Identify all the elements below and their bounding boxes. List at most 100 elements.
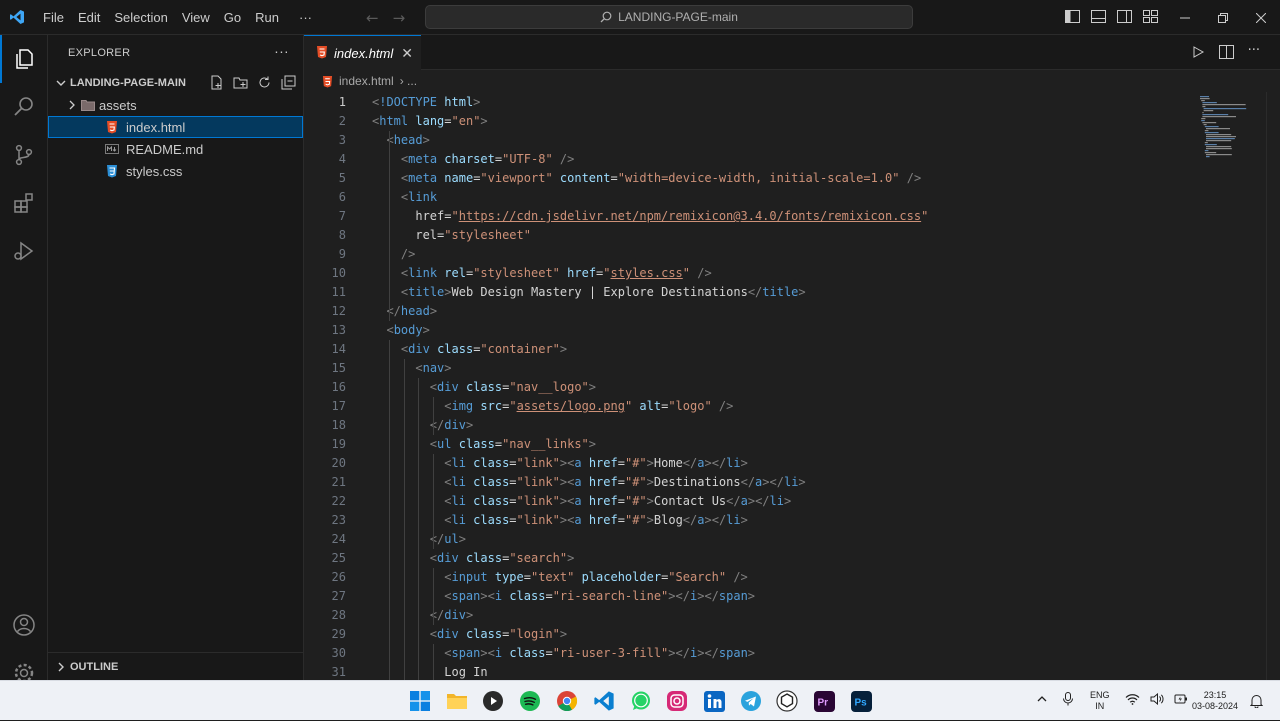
- code-line[interactable]: 15 <nav>: [304, 359, 1194, 378]
- tab-index-html[interactable]: index.html ✕: [304, 35, 421, 70]
- notification-bell-icon[interactable]: [1250, 681, 1263, 721]
- instagram-icon[interactable]: [665, 689, 689, 713]
- code-line[interactable]: 9 />: [304, 245, 1194, 264]
- menu-edit[interactable]: Edit: [71, 0, 107, 35]
- toggle-primary-sidebar-icon[interactable]: [1064, 8, 1081, 25]
- photoshop-icon[interactable]: Ps: [849, 689, 873, 713]
- extensions-icon[interactable]: [0, 179, 48, 227]
- code-line[interactable]: 16 <div class="nav__logo">: [304, 378, 1194, 397]
- menu-selection[interactable]: Selection: [107, 0, 174, 35]
- new-folder-icon[interactable]: [232, 74, 249, 91]
- back-arrow-icon[interactable]: ←: [366, 9, 379, 27]
- volume-icon[interactable]: [1150, 692, 1164, 710]
- code-line[interactable]: 1 <!DOCTYPE html>: [304, 93, 1194, 112]
- split-editor-icon[interactable]: [1218, 44, 1234, 63]
- code-line[interactable]: 26 <input type="text" placeholder="Searc…: [304, 568, 1194, 587]
- refresh-icon[interactable]: [256, 74, 273, 91]
- language-indicator[interactable]: ENG IN: [1090, 681, 1110, 721]
- chatgpt-icon[interactable]: [775, 689, 799, 713]
- media-player-icon[interactable]: [481, 689, 505, 713]
- code-line[interactable]: 13 <body>: [304, 321, 1194, 340]
- minimap[interactable]: [1194, 92, 1266, 242]
- run-file-icon[interactable]: [1191, 44, 1205, 63]
- code-editor[interactable]: 1 <!DOCTYPE html> 2 <html lang="en"> 3 <head…: [304, 92, 1194, 682]
- code-line[interactable]: 6 <link: [304, 188, 1194, 207]
- code-line[interactable]: 10 <link rel="stylesheet" href="styles.c…: [304, 264, 1194, 283]
- code-line[interactable]: 3 <head>: [304, 131, 1194, 150]
- code-line[interactable]: 28 </div>: [304, 606, 1194, 625]
- code-line[interactable]: 19 <ul class="nav__links">: [304, 435, 1194, 454]
- explorer-icon[interactable]: [0, 35, 48, 83]
- manage-gear-icon[interactable]: [0, 649, 48, 680]
- tree-item-styles-css[interactable]: styles.css: [48, 160, 303, 182]
- code-line[interactable]: 5 <meta name="viewport" content="width=d…: [304, 169, 1194, 188]
- menu-file[interactable]: File: [36, 0, 71, 35]
- code-line[interactable]: 14 <div class="container">: [304, 340, 1194, 359]
- spotify-icon[interactable]: [518, 689, 542, 713]
- code-line[interactable]: 12 </head>: [304, 302, 1194, 321]
- account-icon[interactable]: [0, 601, 48, 649]
- explorer-more-button[interactable]: ···: [274, 43, 289, 59]
- more-actions-icon[interactable]: ···: [1248, 44, 1260, 63]
- linkedin-icon[interactable]: [702, 689, 726, 713]
- line-number: 11: [331, 285, 346, 299]
- tree-item-assets[interactable]: assets: [48, 94, 303, 116]
- file-explorer-icon[interactable]: [445, 689, 469, 713]
- chrome-icon[interactable]: [555, 689, 579, 713]
- code-line[interactable]: 2 <html lang="en">: [304, 112, 1194, 131]
- code-line[interactable]: 23 <li class="link"><a href="#">Blog</a>…: [304, 511, 1194, 530]
- code-line[interactable]: 29 <div class="login">: [304, 625, 1194, 644]
- menu-go[interactable]: Go: [217, 0, 248, 35]
- menu-view[interactable]: View: [175, 0, 217, 35]
- wifi-icon[interactable]: [1125, 692, 1140, 710]
- clock[interactable]: 23:15 03-08-2024: [1190, 681, 1240, 721]
- show-hidden-icons-chevron-icon[interactable]: [1036, 692, 1048, 710]
- windows-start-icon[interactable]: [408, 689, 432, 713]
- run-and-debug-icon[interactable]: [0, 227, 48, 275]
- tree-item-index-html[interactable]: index.html: [48, 116, 303, 138]
- menu-run[interactable]: Run: [248, 0, 286, 35]
- code-line[interactable]: 11 <title>Web Design Mastery | Explore D…: [304, 283, 1194, 302]
- breadcrumb-file[interactable]: index.html: [339, 74, 394, 88]
- close-window-icon[interactable]: [1242, 0, 1280, 35]
- code-line[interactable]: 27 <span><i class="ri-search-line"></i><…: [304, 587, 1194, 606]
- code-line[interactable]: 20 <li class="link"><a href="#">Home</a>…: [304, 454, 1194, 473]
- indent-guide: [389, 131, 391, 321]
- code-line[interactable]: 22 <li class="link"><a href="#">Contact …: [304, 492, 1194, 511]
- code-line[interactable]: 25 <div class="search">: [304, 549, 1194, 568]
- vscode-taskbar-icon[interactable]: [592, 689, 616, 713]
- code-text: <link rel="stylesheet" href="styles.css"…: [400, 266, 712, 280]
- code-line[interactable]: 17 <img src="assets/logo.png" alt="logo"…: [304, 397, 1194, 416]
- command-center-search[interactable]: LANDING-PAGE-main: [425, 5, 913, 29]
- code-line[interactable]: 8 rel="stylesheet": [304, 226, 1194, 245]
- new-file-icon[interactable]: [208, 74, 225, 91]
- telegram-icon[interactable]: [739, 689, 763, 713]
- code-line[interactable]: 30 <span><i class="ri-user-3-fill"></i><…: [304, 644, 1194, 663]
- tree-item-readme[interactable]: README.md: [48, 138, 303, 160]
- code-line[interactable]: 18 </div>: [304, 416, 1194, 435]
- whatsapp-icon[interactable]: [629, 689, 653, 713]
- code-line[interactable]: 7 href="https://cdn.jsdelivr.net/npm/rem…: [304, 207, 1194, 226]
- collapse-all-icon[interactable]: [280, 74, 297, 91]
- maximize-icon[interactable]: [1204, 0, 1242, 35]
- menu-more[interactable]: ···: [292, 0, 319, 35]
- premiere-pro-icon[interactable]: Pr: [812, 689, 836, 713]
- customize-layout-icon[interactable]: [1142, 8, 1159, 25]
- forward-arrow-icon[interactable]: →: [393, 9, 406, 27]
- search-icon[interactable]: [0, 83, 48, 131]
- line-number: 2: [338, 114, 346, 128]
- code-line[interactable]: 21 <li class="link"><a href="#">Destinat…: [304, 473, 1194, 492]
- toggle-panel-icon[interactable]: [1090, 8, 1107, 25]
- toggle-secondary-sidebar-icon[interactable]: [1116, 8, 1133, 25]
- minimize-icon[interactable]: [1166, 0, 1204, 35]
- code-line[interactable]: 24 </ul>: [304, 530, 1194, 549]
- workspace-folder-header[interactable]: LANDING-PAGE-MAIN: [48, 72, 303, 94]
- source-control-icon[interactable]: [0, 131, 48, 179]
- editor-scrollbar[interactable]: [1266, 92, 1280, 680]
- microphone-icon[interactable]: [1062, 691, 1074, 711]
- code-line[interactable]: 4 <meta charset="UTF-8" />: [304, 150, 1194, 169]
- battery-icon[interactable]: [1174, 692, 1188, 710]
- code-text: <div class="nav__logo">: [429, 380, 597, 394]
- outline-panel-header[interactable]: OUTLINE: [48, 652, 303, 680]
- close-tab-icon[interactable]: ✕: [401, 45, 413, 62]
